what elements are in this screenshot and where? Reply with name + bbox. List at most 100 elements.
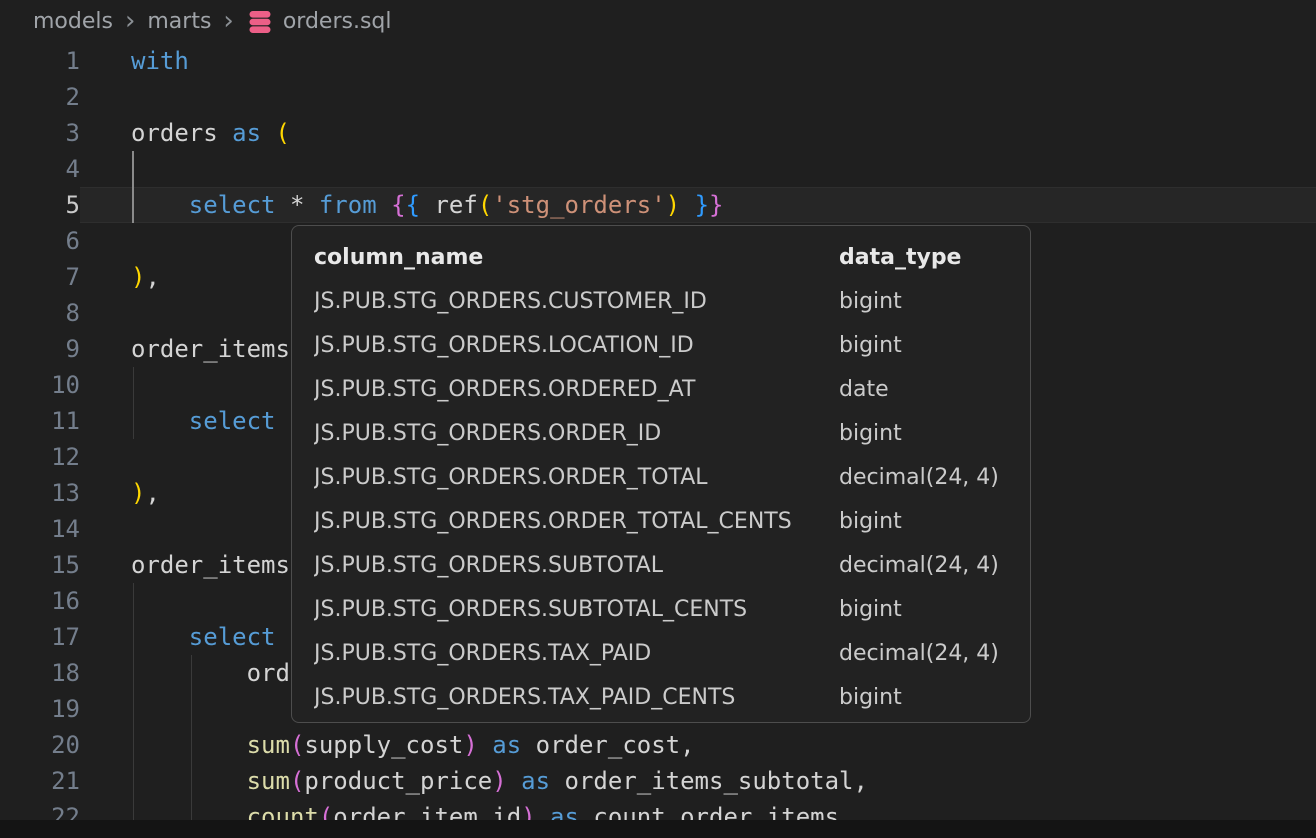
line-number[interactable]: 15: [0, 547, 80, 583]
code-token: supply_cost: [304, 731, 463, 759]
line-number[interactable]: 10: [0, 367, 80, 403]
code-token: (: [276, 119, 290, 147]
code-token: [420, 191, 434, 219]
line-number[interactable]: 12: [0, 439, 80, 475]
code-line-content[interactable]: sum(supply_cost) as order_cost,: [80, 727, 1316, 763]
line-number[interactable]: 1: [0, 43, 80, 79]
code-token: order_cost,: [536, 731, 695, 759]
column-info-popup: column_name data_type JS.PUB.STG_ORDERS.…: [291, 225, 1031, 723]
column-row: JS.PUB.STG_ORDERS.CUSTOMER_IDbigint: [292, 280, 1030, 324]
breadcrumb-item-file[interactable]: orders.sql: [246, 8, 392, 36]
line-number[interactable]: 20: [0, 727, 80, 763]
data-type-cell: decimal(24, 4): [839, 456, 1030, 500]
code-token: select: [189, 407, 276, 435]
data-type-cell: bigint: [839, 280, 1030, 324]
code-line-content[interactable]: [80, 151, 1316, 187]
code-token: ,: [145, 479, 159, 507]
line-number[interactable]: 18: [0, 655, 80, 691]
line-number[interactable]: 17: [0, 619, 80, 655]
code-token: with: [131, 47, 189, 75]
line-number[interactable]: 2: [0, 79, 80, 115]
code-token: ord: [131, 659, 290, 687]
code-token: [131, 623, 189, 651]
line-number[interactable]: 19: [0, 691, 80, 727]
popup-header-row: column_name data_type: [292, 236, 1030, 280]
data-type-cell: bigint: [839, 412, 1030, 456]
indent-guide: [132, 187, 134, 223]
code-token: ): [131, 263, 145, 291]
line-number[interactable]: 21: [0, 763, 80, 799]
column-row: JS.PUB.STG_ORDERS.ORDER_TOTAL_CENTSbigin…: [292, 500, 1030, 544]
popup-rows: JS.PUB.STG_ORDERS.CUSTOMER_IDbigintJS.PU…: [292, 280, 1030, 720]
code-line: 3orders as (: [0, 115, 1316, 151]
code-token: [680, 191, 694, 219]
column-row: JS.PUB.STG_ORDERS.ORDER_TOTALdecimal(24,…: [292, 456, 1030, 500]
indent-guide: [133, 655, 134, 691]
database-icon: [246, 8, 274, 36]
indent-guide: [191, 691, 192, 727]
code-token: ): [131, 479, 145, 507]
code-line-content[interactable]: sum(product_price) as order_items_subtot…: [80, 763, 1316, 799]
column-name-cell: JS.PUB.STG_ORDERS.ORDERED_AT: [314, 368, 839, 412]
indent-guide: [133, 763, 134, 799]
code-token: {: [406, 191, 420, 219]
popup-header-column-name: column_name: [314, 236, 839, 280]
line-number[interactable]: 7: [0, 259, 80, 295]
data-type-cell: decimal(24, 4): [839, 632, 1030, 676]
indent-guide: [133, 583, 134, 619]
column-name-cell: JS.PUB.STG_ORDERS.SUBTOTAL_CENTS: [314, 588, 839, 632]
indent-guide: [191, 763, 192, 799]
code-line: 20 sum(supply_cost) as order_cost,: [0, 727, 1316, 763]
column-row: JS.PUB.STG_ORDERS.SUBTOTALdecimal(24, 4): [292, 544, 1030, 588]
code-token: {: [391, 191, 405, 219]
code-token: [131, 407, 189, 435]
code-token: ): [666, 191, 680, 219]
line-number[interactable]: 8: [0, 295, 80, 331]
code-token: as: [492, 731, 521, 759]
code-line-content[interactable]: with: [80, 43, 1316, 79]
line-number[interactable]: 4: [0, 151, 80, 187]
line-number[interactable]: 14: [0, 511, 80, 547]
code-token: *: [290, 191, 304, 219]
line-number[interactable]: 16: [0, 583, 80, 619]
indent-guide: [132, 151, 134, 187]
code-token: [131, 731, 247, 759]
code-token: as: [232, 119, 261, 147]
code-line-content[interactable]: orders as (: [80, 115, 1316, 151]
column-row: JS.PUB.STG_ORDERS.SUBTOTAL_CENTSbigint: [292, 588, 1030, 632]
code-token: select: [189, 623, 276, 651]
code-token: [261, 119, 275, 147]
line-number[interactable]: 13: [0, 475, 80, 511]
code-token: order_items: [131, 335, 290, 363]
indent-guide: [133, 619, 134, 655]
column-name-cell: JS.PUB.STG_ORDERS.SUBTOTAL: [314, 544, 839, 588]
line-number[interactable]: 9: [0, 331, 80, 367]
code-line: 4: [0, 151, 1316, 187]
line-number[interactable]: 3: [0, 115, 80, 151]
code-token: ): [463, 731, 477, 759]
breadcrumb-item-models[interactable]: models: [33, 9, 113, 34]
code-token: (: [290, 731, 304, 759]
breadcrumb-filename: orders.sql: [283, 9, 392, 34]
indent-guide: [191, 655, 192, 691]
column-name-cell: JS.PUB.STG_ORDERS.TAX_PAID_CENTS: [314, 676, 839, 720]
indent-guide: [133, 727, 134, 763]
line-number[interactable]: 5: [0, 187, 80, 223]
code-token: [131, 767, 247, 795]
line-number[interactable]: 6: [0, 223, 80, 259]
bottom-panel-edge: [0, 820, 1316, 838]
code-line-content[interactable]: select * from {{ ref('stg_orders') }}: [80, 187, 1316, 223]
code-token: [507, 767, 521, 795]
column-name-cell: JS.PUB.STG_ORDERS.LOCATION_ID: [314, 324, 839, 368]
breadcrumb-item-marts[interactable]: marts: [147, 9, 211, 34]
column-row: JS.PUB.STG_ORDERS.ORDERED_ATdate: [292, 368, 1030, 412]
column-name-cell: JS.PUB.STG_ORDERS.ORDER_TOTAL_CENTS: [314, 500, 839, 544]
code-token: [304, 191, 318, 219]
code-token: [478, 731, 492, 759]
line-number[interactable]: 11: [0, 403, 80, 439]
code-line: 5 select * from {{ ref('stg_orders') }}: [0, 187, 1316, 223]
code-token: order_items_subtotal,: [565, 767, 868, 795]
data-type-cell: bigint: [839, 588, 1030, 632]
indent-guide: [133, 403, 134, 439]
code-line-content[interactable]: [80, 79, 1316, 115]
